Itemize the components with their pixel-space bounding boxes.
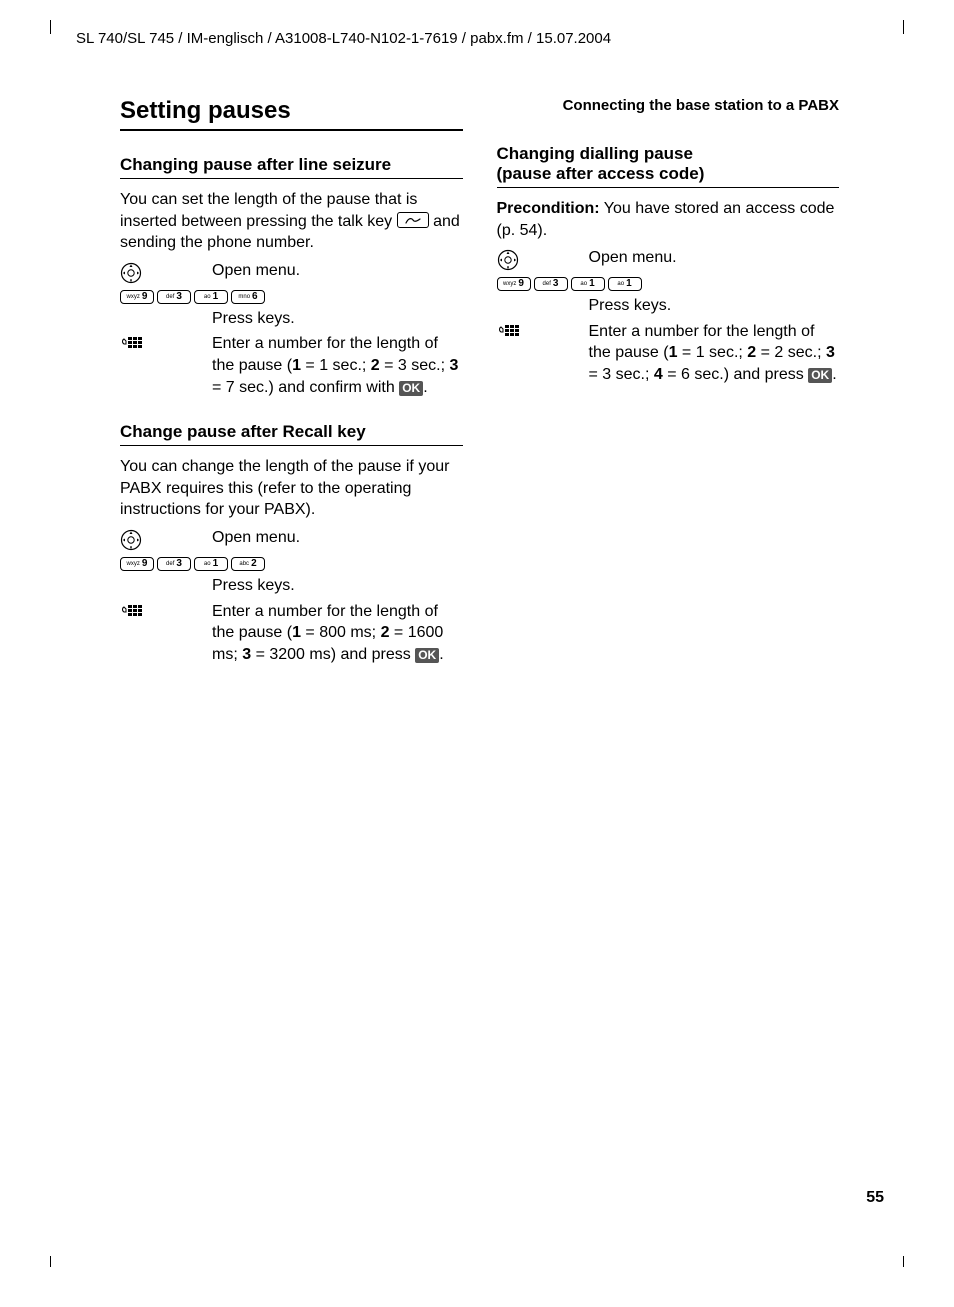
step-open-menu: Open menu.	[120, 260, 463, 284]
step-enter-number: Enter a number for the length of the pau…	[120, 333, 463, 398]
left-column: Setting pauses Changing pause after line…	[120, 97, 463, 669]
step-enter-number: Enter a number for the length of the pau…	[497, 321, 840, 386]
control-key-icon	[120, 529, 142, 551]
keypad-icon	[497, 323, 523, 345]
step-press-keys-label: Press keys.	[497, 295, 840, 317]
running-header: Connecting the base station to a PABX	[497, 97, 840, 114]
step-open-menu: Open menu.	[497, 247, 840, 271]
enter-text: Enter a number for the length of the pau…	[212, 603, 443, 663]
intro-text-a: You can set the length of the pause that…	[120, 191, 417, 230]
key-6-icon: mno6	[231, 290, 265, 304]
title-line-1: Changing dialling pause	[497, 144, 693, 163]
step-text: Open menu.	[212, 527, 463, 549]
title-line-2: (pause after access code)	[497, 164, 705, 183]
key-1-icon: ao1	[194, 557, 228, 571]
step-text: Enter a number for the length of the pau…	[589, 321, 840, 386]
crop-mark	[50, 20, 51, 34]
key-9-icon: wxyz9	[120, 557, 154, 571]
key-2-icon: abc2	[231, 557, 265, 571]
ok-badge: OK	[415, 648, 439, 663]
crop-mark	[903, 1256, 904, 1267]
intro-paragraph: You can set the length of the pause that…	[120, 189, 463, 254]
key-3-icon: def3	[157, 557, 191, 571]
step-press-keys-label: Press keys.	[120, 575, 463, 597]
intro-paragraph: You can change the length of the pause i…	[120, 456, 463, 521]
crop-mark	[903, 20, 904, 34]
content-columns: Setting pauses Changing pause after line…	[60, 97, 894, 669]
control-key-icon	[497, 249, 519, 271]
step-press-keys: wxyz9 def3 ao1 abc2	[120, 555, 463, 571]
key-1-icon: ao1	[608, 277, 642, 291]
keypad-icon	[120, 603, 146, 625]
step-text: Open menu.	[212, 260, 463, 282]
subsection-title: Changing dialling pause (pause after acc…	[497, 144, 840, 188]
ok-badge: OK	[808, 368, 832, 383]
page: SL 740/SL 745 / IM-englisch / A31008-L74…	[0, 0, 954, 1307]
step-press-keys: wxyz9 def3 ao1 mno6	[120, 288, 463, 304]
step-text: Open menu.	[589, 247, 840, 269]
step-text: Enter a number for the length of the pau…	[212, 601, 463, 666]
page-number: 55	[866, 1189, 884, 1207]
key-1-icon: ao1	[194, 290, 228, 304]
step-text: Press keys.	[212, 575, 463, 597]
step-text: Press keys.	[212, 308, 463, 330]
enter-text: Enter a number for the length of the pau…	[589, 323, 835, 383]
crop-mark	[50, 1256, 51, 1267]
precondition: Precondition: You have stored an access …	[497, 198, 840, 241]
step-press-keys: wxyz9 def3 ao1 ao1	[497, 275, 840, 291]
key-9-icon: wxyz9	[120, 290, 154, 304]
keypad-icon	[120, 335, 146, 357]
key-9-icon: wxyz9	[497, 277, 531, 291]
subsection-title: Change pause after Recall key	[120, 422, 463, 446]
ok-badge: OK	[399, 381, 423, 396]
talk-key-icon	[397, 212, 429, 228]
subsection-title: Changing pause after line seizure	[120, 155, 463, 179]
doc-header: SL 740/SL 745 / IM-englisch / A31008-L74…	[76, 30, 894, 47]
step-enter-number: Enter a number for the length of the pau…	[120, 601, 463, 666]
key-3-icon: def3	[157, 290, 191, 304]
right-column: Connecting the base station to a PABX Ch…	[497, 97, 840, 669]
key-1-icon: ao1	[571, 277, 605, 291]
step-press-keys-label: Press keys.	[120, 308, 463, 330]
step-open-menu: Open menu.	[120, 527, 463, 551]
step-text: Enter a number for the length of the pau…	[212, 333, 463, 398]
key-3-icon: def3	[534, 277, 568, 291]
precondition-label: Precondition:	[497, 200, 600, 217]
step-text: Press keys.	[589, 295, 840, 317]
section-title: Setting pauses	[120, 97, 463, 131]
control-key-icon	[120, 262, 142, 284]
